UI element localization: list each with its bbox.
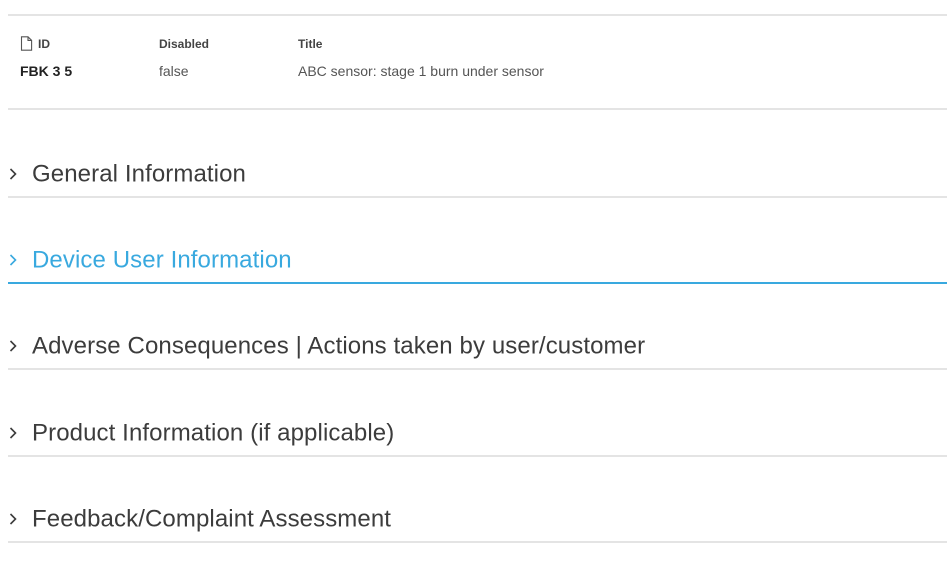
chevron-right-icon	[9, 427, 17, 439]
chevron-right-icon	[9, 168, 17, 180]
chevron-right-icon	[9, 513, 17, 525]
title-header: Title	[298, 37, 322, 51]
title-label: Title	[298, 37, 323, 51]
id-header: ID	[20, 35, 50, 51]
section-title: Adverse Consequences | Actions taken by …	[32, 332, 646, 360]
section-title: Feedback/Complaint Assessment	[32, 505, 392, 533]
section-adverse-consequences[interactable]: Adverse Consequences | Actions taken by …	[8, 328, 947, 370]
section-device-user-information[interactable]: Device User Information	[8, 242, 947, 284]
section-general-information[interactable]: General Information	[8, 156, 947, 198]
id-value: FBK 3 5	[20, 63, 73, 79]
section-title: General Information	[32, 160, 247, 188]
disabled-value: false	[159, 63, 189, 79]
section-title: Product Information (if applicable)	[32, 419, 395, 447]
disabled-header: Disabled	[159, 37, 209, 51]
id-label: ID	[38, 37, 50, 51]
section-feedback-complaint-assessment[interactable]: Feedback/Complaint Assessment	[8, 501, 947, 543]
disabled-label: Disabled	[159, 37, 210, 51]
record-summary: ID FBK 3 5 Disabled false Title ABC sens…	[8, 16, 947, 110]
document-icon	[20, 35, 33, 51]
chevron-right-icon	[9, 254, 17, 266]
section-title: Device User Information	[32, 246, 292, 274]
section-product-information[interactable]: Product Information (if applicable)	[8, 415, 947, 457]
title-value: ABC sensor: stage 1 burn under sensor	[298, 63, 544, 79]
chevron-right-icon	[9, 340, 17, 352]
